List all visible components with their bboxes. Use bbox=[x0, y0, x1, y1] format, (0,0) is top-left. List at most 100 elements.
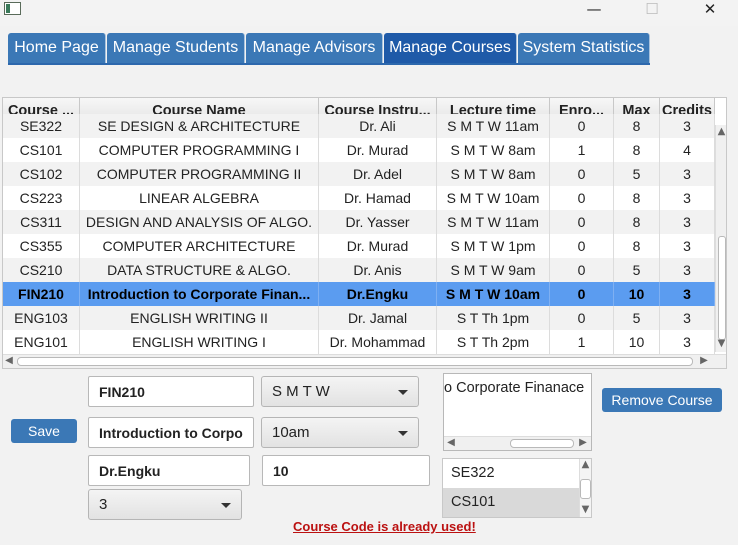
tab-underline bbox=[8, 63, 650, 65]
table-cell: SE322 bbox=[3, 114, 80, 138]
prerequisite-list[interactable]: SE322 CS101 ▲ ▼ bbox=[442, 458, 592, 518]
table-cell: 3 bbox=[660, 282, 715, 306]
table-row[interactable]: CS355 COMPUTER ARCHITECTURE Dr. Murad S M T… bbox=[3, 234, 715, 258]
table-cell: 0 bbox=[550, 210, 614, 234]
table-cell: Dr. Jamal bbox=[319, 306, 437, 330]
description-text: o Corporate Finanace bbox=[444, 380, 585, 396]
list-scroll-thumb[interactable] bbox=[580, 479, 591, 499]
time-combo-value: 10am bbox=[272, 424, 310, 441]
courses-table[interactable]: Course ... Course Name Course Instru... … bbox=[2, 97, 727, 369]
table-cell: S M T W 8am bbox=[437, 138, 550, 162]
chevron-down-icon bbox=[398, 390, 408, 395]
credits-combo[interactable]: 3 bbox=[88, 489, 242, 520]
table-cell: 5 bbox=[614, 258, 660, 282]
table-cell: 1 bbox=[550, 330, 614, 354]
tab-manage-students[interactable]: Manage Students bbox=[107, 33, 245, 63]
scroll-right-icon[interactable]: ▶ bbox=[699, 355, 709, 366]
table-cell: CS311 bbox=[3, 210, 80, 234]
table-cell: 0 bbox=[550, 186, 614, 210]
table-row[interactable]: CS210 DATA STRUCTURE & ALGO. Dr. Anis S M T… bbox=[3, 258, 715, 282]
table-row[interactable]: CS223 LINEAR ALGEBRA Dr. Hamad S M T W 10am… bbox=[3, 186, 715, 210]
days-combo[interactable]: S M T W bbox=[261, 376, 419, 407]
table-cell: DESIGN AND ANALYSIS OF ALGO. bbox=[80, 210, 319, 234]
table-cell: 3 bbox=[660, 210, 715, 234]
chevron-down-icon bbox=[398, 431, 408, 436]
scroll-up-icon[interactable]: ▲ bbox=[579, 459, 591, 470]
table-cell: CS210 bbox=[3, 258, 80, 282]
table-cell: 0 bbox=[550, 282, 614, 306]
vertical-scroll-thumb[interactable] bbox=[718, 236, 726, 340]
tab-manage-courses[interactable]: Manage Courses bbox=[384, 33, 517, 63]
table-cell: S T Th 1pm bbox=[437, 306, 550, 330]
table-cell: COMPUTER PROGRAMMING II bbox=[80, 162, 319, 186]
table-row[interactable]: ENG101 ENGLISH WRITING I Dr. Mohammad S T T… bbox=[3, 330, 715, 354]
table-cell: 0 bbox=[550, 234, 614, 258]
horizontal-scroll-thumb[interactable] bbox=[17, 357, 693, 366]
table-row[interactable]: CS101 COMPUTER PROGRAMMING I Dr. Murad S M … bbox=[3, 138, 715, 162]
table-cell: 0 bbox=[550, 114, 614, 138]
table-cell: S T Th 2pm bbox=[437, 330, 550, 354]
table-cell: Dr. Murad bbox=[319, 138, 437, 162]
table-cell: 10 bbox=[614, 330, 660, 354]
table-cell: FIN210 bbox=[3, 282, 80, 306]
table-cell: Dr. Anis bbox=[319, 258, 437, 282]
table-cell: S M T W 10am bbox=[437, 186, 550, 210]
scroll-left-icon[interactable]: ◀ bbox=[4, 355, 14, 366]
table-cell: 0 bbox=[550, 258, 614, 282]
table-cell: Introduction to Corporate Finan... bbox=[80, 282, 319, 306]
remove-course-button[interactable]: Remove Course bbox=[602, 388, 722, 412]
scroll-left-icon[interactable]: ◀ bbox=[446, 437, 456, 448]
table-cell: 3 bbox=[660, 186, 715, 210]
table-cell: S M T W 10am bbox=[437, 282, 550, 306]
tab-manage-advisors[interactable]: Manage Advisors bbox=[246, 33, 383, 63]
table-cell: S M T W 11am bbox=[437, 210, 550, 234]
table-row[interactable]: CS102 COMPUTER PROGRAMMING II Dr. Adel S M … bbox=[3, 162, 715, 186]
table-cell: 0 bbox=[550, 306, 614, 330]
close-button[interactable]: ✕ bbox=[690, 0, 730, 20]
tab-home-page[interactable]: Home Page bbox=[8, 33, 106, 63]
table-row[interactable]: CS311 DESIGN AND ANALYSIS OF ALGO. Dr. Yas… bbox=[3, 210, 715, 234]
list-item-selected[interactable]: CS101 bbox=[443, 488, 579, 517]
max-students-field[interactable]: 10 bbox=[262, 455, 430, 486]
table-row-selected[interactable]: FIN210 Introduction to Corporate Finan...… bbox=[3, 282, 715, 306]
table-cell: 8 bbox=[614, 186, 660, 210]
course-code-field[interactable]: FIN210 bbox=[88, 376, 254, 407]
table-cell: COMPUTER ARCHITECTURE bbox=[80, 234, 319, 258]
table-cell: 8 bbox=[614, 234, 660, 258]
textarea-scroll-thumb[interactable] bbox=[510, 439, 574, 448]
app-icon bbox=[4, 2, 21, 15]
table-cell: Dr. Murad bbox=[319, 234, 437, 258]
maximize-button[interactable]: ☐ bbox=[632, 0, 672, 20]
table-cell: Dr.Engku bbox=[319, 282, 437, 306]
credits-combo-value: 3 bbox=[99, 496, 108, 513]
title-bar bbox=[0, 0, 738, 26]
table-cell: 3 bbox=[660, 306, 715, 330]
table-cell: 8 bbox=[614, 114, 660, 138]
scroll-down-icon[interactable]: ▼ bbox=[715, 338, 726, 349]
instructor-field[interactable]: Dr.Engku bbox=[88, 455, 250, 486]
scroll-up-icon[interactable]: ▲ bbox=[715, 126, 726, 137]
scroll-down-icon[interactable]: ▼ bbox=[579, 504, 591, 515]
table-cell: Dr. Hamad bbox=[319, 186, 437, 210]
table-cell: 3 bbox=[660, 114, 715, 138]
minimize-button[interactable]: — bbox=[574, 0, 614, 20]
table-cell: COMPUTER PROGRAMMING I bbox=[80, 138, 319, 162]
description-textarea[interactable]: o Corporate Finanace ◀ ▶ bbox=[443, 373, 592, 451]
table-cell: 5 bbox=[614, 306, 660, 330]
table-cell: CS223 bbox=[3, 186, 80, 210]
table-cell: 3 bbox=[660, 234, 715, 258]
tab-system-statistics[interactable]: System Statistics bbox=[518, 33, 650, 63]
scroll-right-icon[interactable]: ▶ bbox=[578, 437, 588, 448]
table-cell: Dr. Mohammad bbox=[319, 330, 437, 354]
table-row[interactable]: ENG103 ENGLISH WRITING II Dr. Jamal S T Th … bbox=[3, 306, 715, 330]
save-button[interactable]: Save bbox=[11, 419, 77, 443]
list-item[interactable]: SE322 bbox=[443, 459, 579, 488]
table-cell: ENGLISH WRITING II bbox=[80, 306, 319, 330]
table-row-partial[interactable]: SE322 SE DESIGN & ARCHITECTURE Dr. Ali S M … bbox=[3, 114, 715, 138]
table-cell: ENGLISH WRITING I bbox=[80, 330, 319, 354]
table-cell: 1 bbox=[550, 138, 614, 162]
time-combo[interactable]: 10am bbox=[261, 417, 419, 448]
table-cell: Dr. Yasser bbox=[319, 210, 437, 234]
table-cell: S M T W 11am bbox=[437, 114, 550, 138]
course-name-field[interactable]: Introduction to Corpo bbox=[88, 417, 254, 448]
